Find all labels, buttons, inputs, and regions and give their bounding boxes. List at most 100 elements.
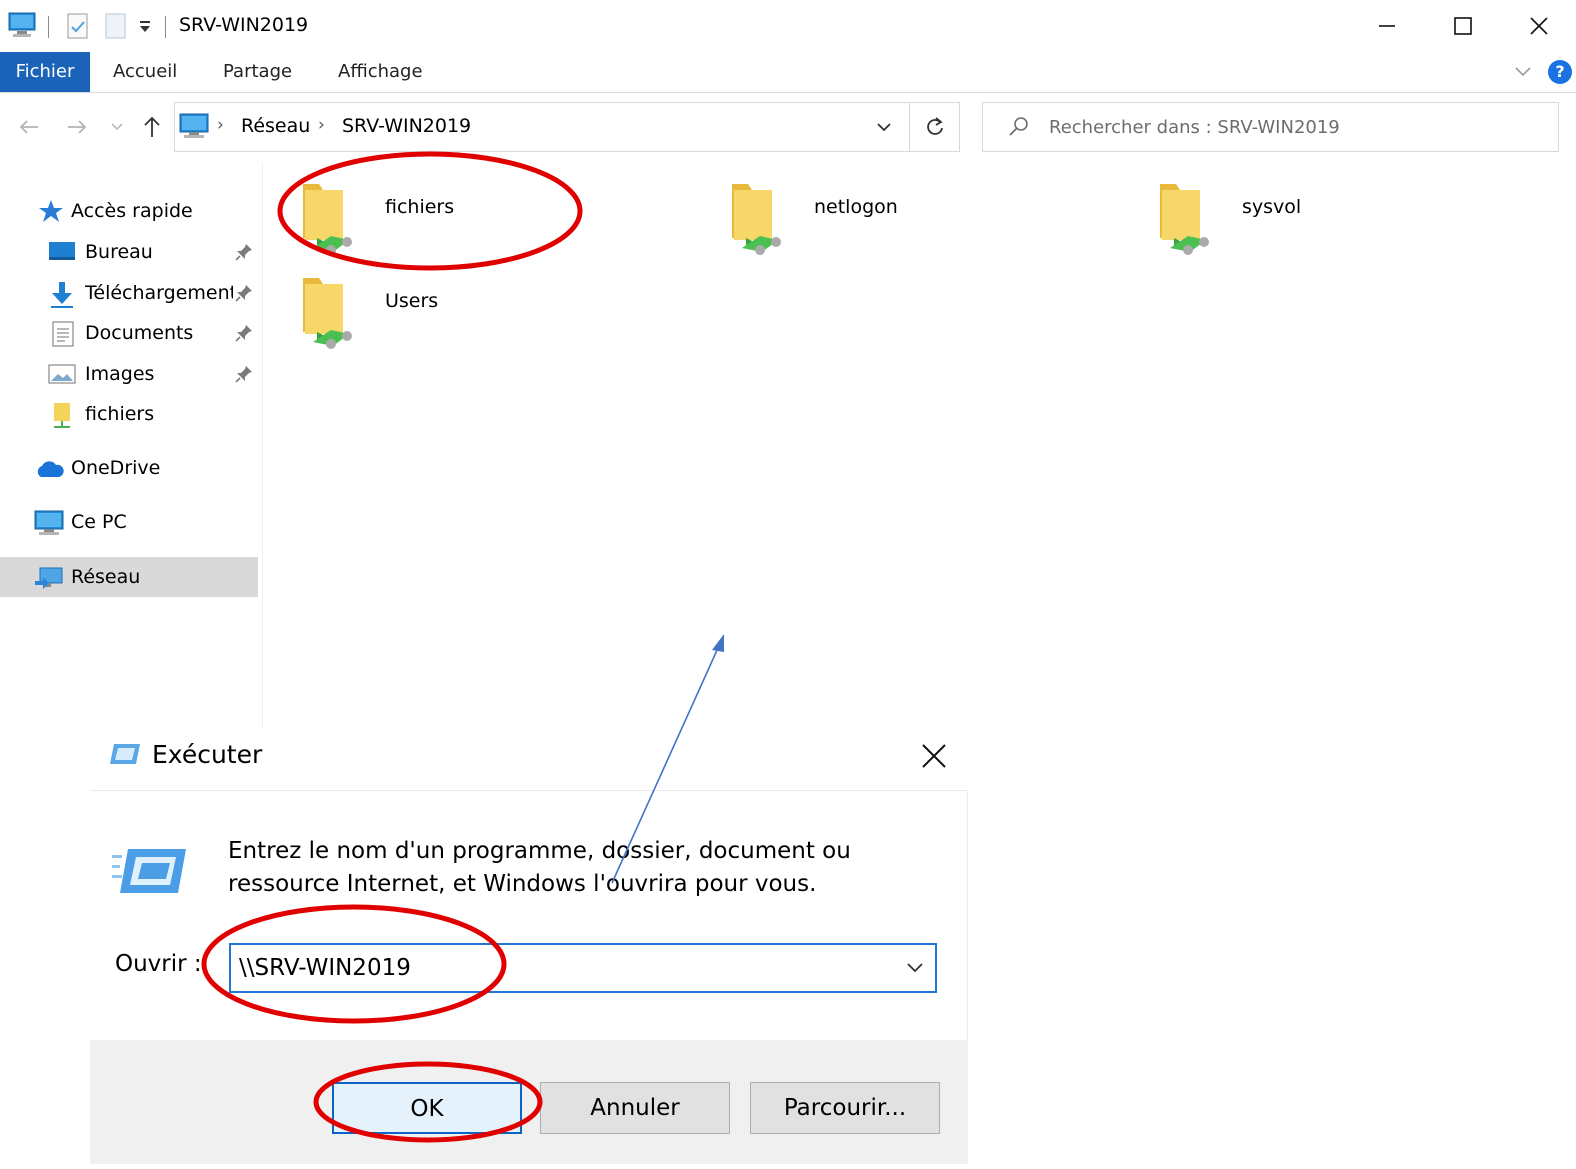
shared-folder-icon bbox=[1154, 176, 1218, 256]
shared-folder-icon bbox=[297, 270, 361, 350]
browse-button[interactable]: Parcourir... bbox=[750, 1082, 940, 1134]
sidebar-item-label: Accès rapide bbox=[71, 200, 193, 222]
shared-folder-icon bbox=[726, 176, 790, 256]
pin-icon[interactable] bbox=[234, 323, 254, 343]
title-bar: SRV-WIN2019 bbox=[0, 0, 1576, 52]
toolbar-divider bbox=[48, 16, 49, 38]
item-label: netlogon bbox=[814, 196, 898, 218]
tab-accueil[interactable]: Accueil bbox=[113, 52, 177, 92]
computer-icon bbox=[8, 12, 36, 38]
pane-divider[interactable] bbox=[262, 162, 263, 728]
recent-locations-button[interactable] bbox=[106, 93, 128, 161]
breadcrumb-srv-win2019[interactable]: SRV-WIN2019 bbox=[342, 115, 471, 137]
chevron-down-icon bbox=[877, 123, 891, 132]
sidebar-item-fichiers[interactable]: fichiers bbox=[0, 394, 258, 434]
search-input[interactable] bbox=[1049, 103, 1539, 151]
dialog-title: Exécuter bbox=[152, 740, 263, 769]
properties-icon[interactable] bbox=[66, 12, 90, 40]
list-item-sysvol[interactable]: sysvol bbox=[1154, 176, 1474, 266]
sidebar-item-label: Images bbox=[85, 363, 155, 385]
ok-button[interactable]: OK bbox=[332, 1082, 522, 1134]
pin-icon[interactable] bbox=[234, 364, 254, 384]
help-icon[interactable]: ? bbox=[1548, 60, 1572, 84]
arrow-left-icon bbox=[19, 120, 38, 134]
minimize-button[interactable] bbox=[1350, 0, 1424, 52]
search-icon bbox=[1007, 115, 1031, 139]
list-item-netlogon[interactable]: netlogon bbox=[726, 176, 1046, 266]
sidebar-item-bureau[interactable]: Bureau bbox=[0, 232, 258, 272]
sidebar-item-acces-rapide[interactable]: Accès rapide bbox=[0, 191, 258, 231]
sidebar-item-label: Réseau bbox=[71, 566, 141, 588]
list-item-users[interactable]: Users bbox=[297, 270, 617, 360]
sidebar-item-reseau[interactable]: Réseau bbox=[0, 557, 258, 597]
sidebar-item-label: Bureau bbox=[85, 241, 153, 263]
maximize-icon bbox=[1454, 17, 1472, 35]
sidebar-item-label: OneDrive bbox=[71, 457, 161, 479]
open-combobox[interactable] bbox=[229, 943, 937, 993]
navigation-pane: Accès rapide Bureau Téléchargements Docu… bbox=[0, 170, 262, 730]
star-icon bbox=[38, 199, 64, 223]
refresh-icon bbox=[927, 117, 943, 135]
refresh-button[interactable] bbox=[923, 115, 947, 139]
content-pane: fichiers netlogon sysvol Users bbox=[264, 162, 1576, 728]
breadcrumb-reseau[interactable]: Réseau bbox=[241, 115, 310, 137]
sidebar-item-ce-pc[interactable]: Ce PC bbox=[0, 502, 258, 542]
address-history-dropdown[interactable] bbox=[875, 121, 893, 135]
dialog-close-button[interactable] bbox=[916, 738, 952, 774]
sidebar-item-label: Téléchargements bbox=[85, 282, 233, 304]
close-icon bbox=[922, 744, 946, 768]
arrow-up-icon bbox=[144, 116, 160, 137]
cloud-icon bbox=[34, 459, 64, 479]
sidebar-item-images[interactable]: Images bbox=[0, 354, 258, 394]
image-icon bbox=[48, 362, 76, 386]
list-item-fichiers[interactable]: fichiers bbox=[297, 176, 617, 266]
tab-partage[interactable]: Partage bbox=[223, 52, 292, 92]
open-history-dropdown[interactable] bbox=[905, 961, 925, 975]
close-button[interactable] bbox=[1502, 0, 1576, 52]
description-line: Entrez le nom d'un programme, dossier, d… bbox=[228, 838, 851, 864]
sidebar-item-telechargements[interactable]: Téléchargements bbox=[0, 273, 258, 313]
sidebar-item-onedrive[interactable]: OneDrive bbox=[0, 448, 258, 488]
open-input[interactable] bbox=[239, 945, 879, 991]
new-folder-icon[interactable] bbox=[104, 12, 128, 40]
run-app-icon bbox=[108, 742, 142, 768]
search-box[interactable] bbox=[982, 102, 1559, 152]
document-icon bbox=[52, 321, 74, 347]
pin-icon[interactable] bbox=[234, 283, 254, 303]
cancel-button[interactable]: Annuler bbox=[540, 1082, 730, 1134]
pin-icon[interactable] bbox=[234, 242, 254, 262]
chevron-down-icon bbox=[1515, 67, 1531, 77]
run-icon bbox=[112, 847, 188, 897]
download-arrow-icon bbox=[48, 281, 76, 309]
sidebar-item-label: Ce PC bbox=[71, 511, 127, 533]
item-label: fichiers bbox=[385, 196, 455, 218]
item-label: Users bbox=[385, 290, 439, 312]
sidebar-item-documents[interactable]: Documents bbox=[0, 313, 258, 353]
computer-icon bbox=[34, 510, 64, 536]
desktop-icon bbox=[48, 240, 76, 264]
tab-affichage[interactable]: Affichage bbox=[338, 52, 423, 92]
sidebar-item-label: fichiers bbox=[85, 403, 155, 425]
back-button[interactable] bbox=[12, 93, 46, 161]
dialog-body: Entrez le nom d'un programme, dossier, d… bbox=[90, 790, 968, 1040]
minimize-icon bbox=[1379, 25, 1395, 27]
breadcrumb-separator[interactable]: › bbox=[217, 115, 224, 135]
up-button[interactable] bbox=[138, 93, 166, 161]
expand-ribbon-button[interactable] bbox=[1514, 64, 1532, 78]
computer-icon bbox=[179, 113, 209, 139]
sidebar-item-label: Documents bbox=[85, 322, 194, 344]
open-label: Ouvrir : bbox=[115, 951, 202, 977]
ribbon-tabs: Fichier Accueil Partage Affichage ? bbox=[0, 52, 1576, 93]
forward-button[interactable] bbox=[60, 93, 94, 161]
chevron-down-icon bbox=[907, 963, 923, 973]
network-icon bbox=[34, 565, 64, 591]
item-label: sysvol bbox=[1242, 196, 1302, 218]
arrow-right-icon bbox=[68, 120, 87, 134]
breadcrumb-separator[interactable]: › bbox=[318, 115, 325, 135]
shared-folder-icon bbox=[297, 176, 361, 256]
address-bar[interactable]: › Réseau › SRV-WIN2019 bbox=[174, 102, 960, 152]
tab-fichier[interactable]: Fichier bbox=[0, 52, 90, 92]
maximize-button[interactable] bbox=[1426, 0, 1500, 52]
quick-access-dropdown-icon[interactable] bbox=[138, 16, 152, 36]
run-dialog: Exécuter Entrez le nom d'un programme, d… bbox=[90, 728, 968, 1164]
